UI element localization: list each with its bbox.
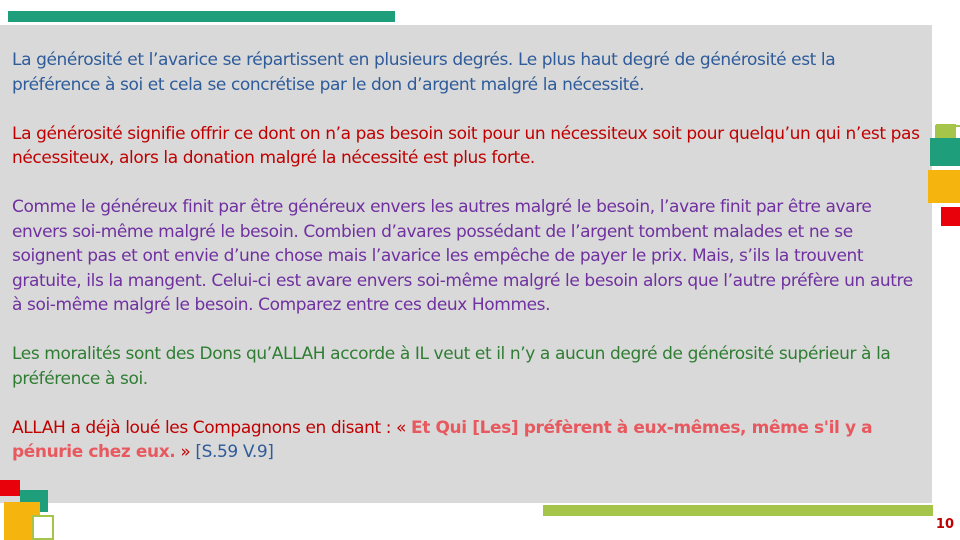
quote-intro: ALLAH a déjà loué les Compagnons en disa… — [12, 417, 412, 438]
deco-square-orange — [928, 170, 960, 203]
bottom-accent-bar — [543, 505, 933, 516]
slide-text: La générosité et l’avarice se répartisse… — [12, 48, 924, 489]
deco-square-green — [936, 124, 956, 138]
top-accent-bar — [8, 11, 395, 22]
page-number: 10 — [935, 517, 954, 532]
paragraph-5: ALLAH a déjà loué les Compagnons en disa… — [12, 416, 924, 465]
deco-square-red — [941, 207, 960, 226]
deco-square-red-small — [0, 480, 20, 496]
paragraph-1: La générosité et l’avarice se répartisse… — [12, 50, 836, 95]
paragraph-3: Comme le généreux finit par être généreu… — [12, 197, 913, 315]
quote-close: » — [175, 442, 196, 462]
paragraph-2: La générosité signifie offrir ce dont on… — [12, 123, 920, 169]
quran-reference: [S.59 V.9] — [195, 442, 274, 462]
deco-square-teal — [930, 138, 960, 166]
paragraph-4: Les moralités sont des Dons qu’ALLAH acc… — [12, 344, 891, 389]
deco-square-green-outline-bottom — [32, 515, 54, 540]
